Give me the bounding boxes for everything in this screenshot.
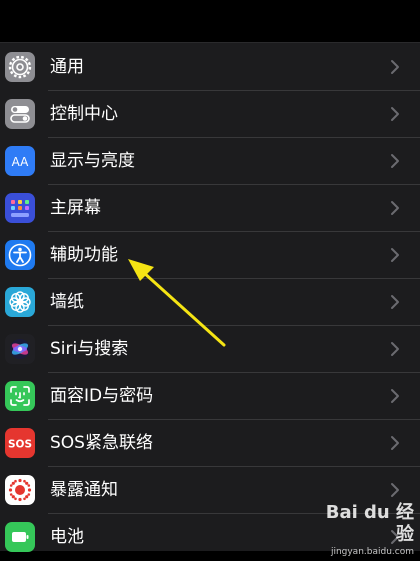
settings-row-label: 面容ID与密码	[50, 386, 154, 406]
battery-icon	[5, 522, 35, 552]
settings-row-face-id-passcode[interactable]: 面容ID与密码	[0, 373, 420, 420]
watermark-url: jingyan.baidu.com	[330, 547, 414, 557]
settings-row-label: 墙纸	[50, 292, 84, 312]
settings-row-label: SOS紧急联络	[50, 433, 153, 453]
toggles-icon	[5, 99, 35, 129]
chevron-right-icon	[390, 59, 400, 75]
settings-row-general[interactable]: 通用	[0, 44, 420, 91]
settings-row-label: 控制中心	[50, 104, 118, 124]
svg-text:AA: AA	[12, 155, 30, 169]
watermark-logo: Bai du 经验	[325, 502, 414, 545]
settings-row-wallpaper[interactable]: 墙纸	[0, 279, 420, 326]
settings-list: 通用 控制中心 AA 显示与亮度 主屏幕 辅助功能 墙纸 Siri与搜索 面容I…	[0, 42, 420, 552]
settings-row-display-brightness[interactable]: AA 显示与亮度	[0, 138, 420, 185]
settings-row-label: 主屏幕	[50, 198, 101, 218]
siri-icon	[5, 334, 35, 364]
chevron-right-icon	[390, 247, 400, 263]
chevron-right-icon	[390, 106, 400, 122]
face-id-icon	[5, 381, 35, 411]
settings-row-label: Siri与搜索	[50, 339, 129, 359]
chevron-right-icon	[390, 435, 400, 451]
settings-row-siri-search[interactable]: Siri与搜索	[0, 326, 420, 373]
chevron-right-icon	[390, 341, 400, 357]
chevron-right-icon	[390, 294, 400, 310]
text-size-icon: AA	[5, 146, 35, 176]
chevron-right-icon	[390, 200, 400, 216]
watermark: Bai du 经验 jingyan.baidu.com	[318, 502, 414, 557]
chevron-right-icon	[390, 388, 400, 404]
chevron-right-icon	[390, 482, 400, 498]
settings-row-label: 暴露通知	[50, 480, 118, 500]
settings-row-label: 显示与亮度	[50, 151, 135, 171]
svg-text:SOS: SOS	[8, 439, 32, 451]
sos-icon: SOS	[5, 428, 35, 458]
settings-row-home-screen[interactable]: 主屏幕	[0, 185, 420, 232]
settings-row-label: 辅助功能	[50, 245, 118, 265]
flower-icon	[5, 287, 35, 317]
gear-icon	[5, 52, 35, 82]
chevron-right-icon	[390, 153, 400, 169]
settings-row-label: 通用	[50, 57, 84, 77]
status-bar-area	[0, 0, 420, 42]
settings-row-accessibility[interactable]: 辅助功能	[0, 232, 420, 279]
home-screen-grid-icon	[5, 193, 35, 223]
settings-row-control-center[interactable]: 控制中心	[0, 91, 420, 138]
settings-row-label: 电池	[50, 527, 84, 547]
settings-row-emergency-sos[interactable]: SOS SOS紧急联络	[0, 420, 420, 467]
exposure-notification-icon	[5, 475, 35, 505]
accessibility-icon	[5, 240, 35, 270]
